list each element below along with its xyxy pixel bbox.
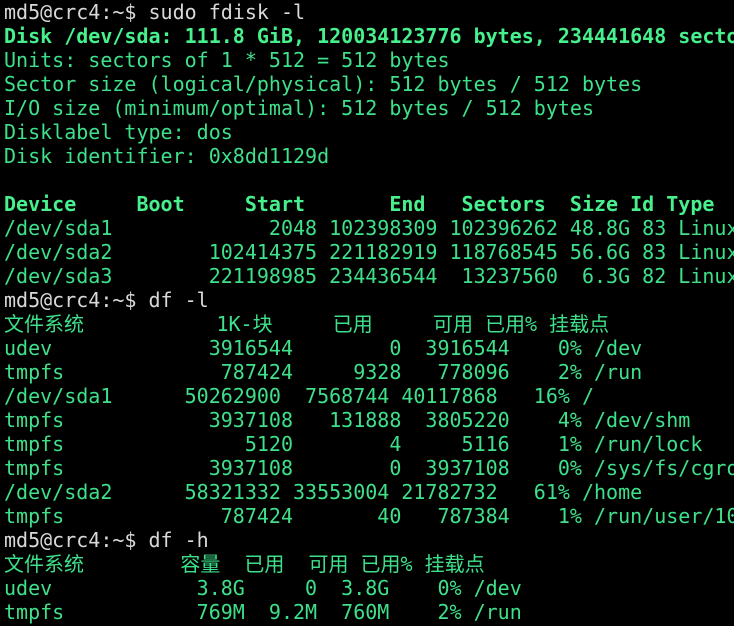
terminal-output-line: udev 3.8G 0 3.8G 0% /dev — [4, 576, 522, 600]
terminal-output-line: /dev/sda1 2048 102398309 102396262 48.8G… — [4, 216, 734, 240]
terminal-output-line: tmpfs 787424 9328 778096 2% /run — [4, 360, 643, 384]
terminal-output-line: Disk identifier: 0x8dd1129d — [4, 144, 330, 168]
terminal-output-line: tmpfs 787424 40 787384 1% /run/user/100 — [4, 504, 734, 528]
terminal-output-line: 文件系统 容量 已用 可用 已用% 挂载点 — [4, 552, 485, 576]
terminal-output-line: 文件系统 1K-块 已用 可用 已用% 挂载点 — [4, 312, 610, 336]
terminal-output-line: Disk /dev/sda: 111.8 GiB, 120034123776 b… — [4, 24, 734, 48]
terminal-prompt-line: md5@crc4:~$ df -l — [4, 288, 209, 312]
terminal-output-line: /dev/sda2 102414375 221182919 118768545 … — [4, 240, 734, 264]
terminal-prompt-line: md5@crc4:~$ df -h — [4, 528, 209, 552]
terminal-output-line: I/O size (minimum/optimal): 512 bytes / … — [4, 96, 595, 120]
terminal-output-line: Sector size (logical/physical): 512 byte… — [4, 72, 643, 96]
terminal-prompt-line: md5@crc4:~$ sudo fdisk -l — [4, 0, 306, 24]
terminal-window[interactable]: md5@crc4:~$ sudo fdisk -l Disk /dev/sda: … — [4, 0, 734, 626]
terminal-output-line: tmpfs 5120 4 5116 1% /run/lock — [4, 432, 703, 456]
terminal-output-line: tmpfs 3937108 0 3937108 0% /sys/fs/cgrou — [4, 456, 734, 480]
terminal-output-line: Disklabel type: dos — [4, 120, 233, 144]
terminal-output-line: tmpfs 769M 9.2M 760M 2% /run — [4, 600, 522, 624]
terminal-output-line: tmpfs 3937108 131888 3805220 4% /dev/shm — [4, 408, 691, 432]
terminal-output-line: /dev/sda3 221198985 234436544 13237560 6… — [4, 264, 734, 288]
terminal-output-line: /dev/sda2 58321332 33553004 21782732 61%… — [4, 480, 643, 504]
terminal-output-line: udev 3916544 0 3916544 0% /dev — [4, 336, 643, 360]
terminal-output-line: Units: sectors of 1 * 512 = 512 bytes — [4, 48, 450, 72]
terminal-output-line: /dev/sda1 50262900 7568744 40117868 16% … — [4, 384, 595, 408]
terminal-output-line: Device Boot Start End Sectors Size Id Ty… — [4, 192, 715, 216]
